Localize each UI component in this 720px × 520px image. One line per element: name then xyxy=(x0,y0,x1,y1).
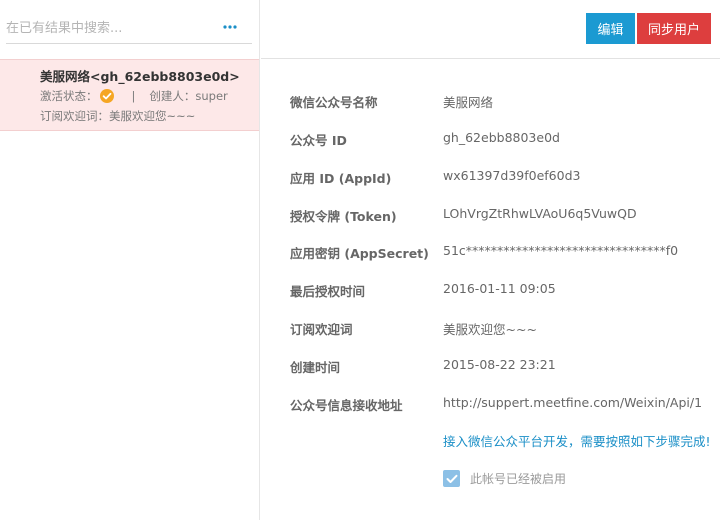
detail-label: 应用密钥 (AppSecret) xyxy=(290,246,429,261)
list-item[interactable]: 美服网络<gh_62ebb8803e0d> 激活状态： | 创建人：super … xyxy=(0,59,259,131)
detail-label: 最后授权时间 xyxy=(290,284,366,299)
integration-help-link[interactable]: 接入微信公众平台开发，需要按照如下步骤完成! xyxy=(443,431,720,450)
status-label: 激活状态： xyxy=(40,89,98,103)
detail-label: 授权令牌 (Token) xyxy=(290,209,397,224)
sync-users-button[interactable]: 同步用户 xyxy=(637,13,711,44)
account-meta: 激活状态： | 创建人：super xyxy=(40,88,228,104)
toolbar: 编辑 同步用户 xyxy=(261,0,720,59)
detail-label: 公众号 ID xyxy=(290,133,347,148)
checkmark-icon xyxy=(446,474,457,483)
detail-value: http://suppert.meetfine.com/Weixin/Api/1 xyxy=(443,395,703,410)
welcome-text: 订阅欢迎词：美服欢迎您~~~ xyxy=(40,109,196,123)
enabled-checkbox[interactable] xyxy=(443,470,460,487)
meta-separator: | xyxy=(131,89,136,103)
detail-value: LOhVrgZtRhwLVAoU6q5VuwQD xyxy=(443,206,637,221)
edit-button[interactable]: 编辑 xyxy=(586,13,635,44)
detail-value: gh_62ebb8803e0d xyxy=(443,130,560,145)
account-list-panel: 美服网络<gh_62ebb8803e0d> 激活状态： | 创建人：super … xyxy=(0,0,260,520)
detail-value: wx61397d39f0ef60d3 xyxy=(443,168,581,183)
detail-label: 微信公众号名称 xyxy=(290,95,378,110)
enabled-row: 此帐号已经被启用 xyxy=(443,470,566,487)
search-input[interactable] xyxy=(6,16,216,40)
detail-value: 美服欢迎您~~~ xyxy=(443,322,537,337)
detail-label: 创建时间 xyxy=(290,360,341,375)
detail-label: 公众号信息接收地址 xyxy=(290,398,403,413)
detail-value: 美服网络 xyxy=(443,95,494,110)
enabled-label: 此帐号已经被启用 xyxy=(470,472,567,486)
detail-value: 51c********************************f0 xyxy=(443,243,679,258)
detail-label: 应用 ID (AppId) xyxy=(290,171,392,186)
account-title: 美服网络<gh_62ebb8803e0d> xyxy=(40,69,240,84)
check-circle-icon xyxy=(99,89,114,103)
creator-label: 创建人：super xyxy=(149,89,228,103)
search-bar xyxy=(6,12,252,44)
detail-label: 订阅欢迎词 xyxy=(290,322,353,337)
ellipsis-icon[interactable] xyxy=(222,20,238,34)
detail-value: 2015-08-22 23:21 xyxy=(443,357,556,372)
detail-value: 2016-01-11 09:05 xyxy=(443,281,556,296)
